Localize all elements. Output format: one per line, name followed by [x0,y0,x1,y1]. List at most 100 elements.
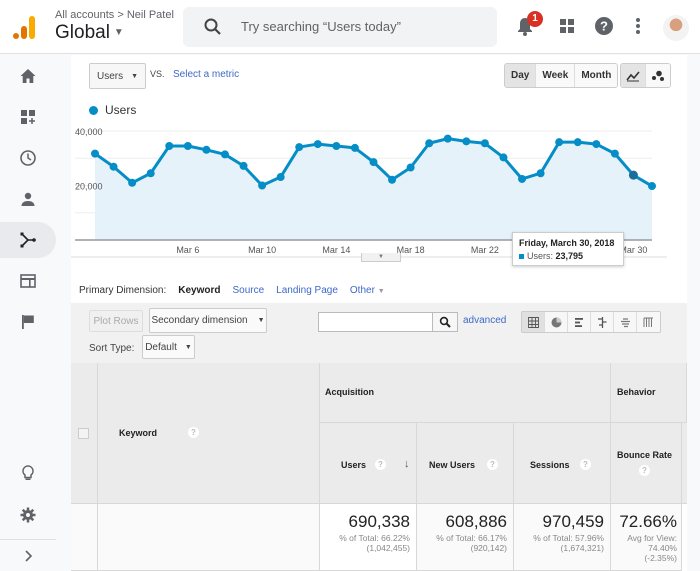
data-point[interactable] [518,174,527,183]
sidebar-item-audience[interactable] [0,181,56,217]
data-point[interactable] [610,149,619,158]
pivot-view-button[interactable] [637,312,660,332]
month-button[interactable]: Month [575,64,618,87]
users-column-label: Users [341,460,367,470]
data-point[interactable] [128,178,137,187]
sidebar-expand-button[interactable] [0,541,56,571]
dimension-source[interactable]: Source [232,285,264,296]
account-name: Global [55,22,110,43]
sessions-column-label: Sessions [530,460,570,470]
account-selector[interactable]: Global ▼ [55,22,124,44]
avatar[interactable] [663,15,689,41]
total-value: 970,459 [542,512,604,531]
sidebar-item-acquisition[interactable] [0,222,56,258]
bounce-rate-column-header[interactable]: Bounce Rate? [611,423,682,504]
line-chart-button[interactable] [621,64,646,87]
data-point[interactable] [555,138,564,147]
data-point[interactable] [443,134,452,143]
caret-down-icon: ▼ [377,288,385,295]
data-point[interactable] [499,153,508,162]
data-point[interactable] [313,140,322,149]
dimension-other[interactable]: Other ▼ [350,285,385,296]
metric-selector[interactable]: Users ▼ [89,63,146,89]
behavior-group-header: Behavior [611,363,687,423]
sidebar-item-admin[interactable] [0,497,56,533]
more-vert-icon[interactable] [627,15,649,37]
y-tick-label: 20,000 [75,182,103,192]
secondary-dimension-select[interactable]: Secondary dimension ▼ [149,308,267,333]
sidebar-item-conversions[interactable] [0,304,56,340]
data-point[interactable] [350,143,359,152]
help-question-icon[interactable]: ? [487,459,498,470]
select-metric-link[interactable]: Select a metric [173,69,239,80]
table-view-toggle [521,311,661,333]
total-overall: (920,142) [470,543,507,553]
data-point[interactable] [183,141,192,150]
tooltip-date: Friday, March 30, 2018 [519,238,615,248]
data-point[interactable] [109,162,118,171]
sessions-column-header[interactable]: Sessions? [514,423,611,504]
data-point[interactable] [592,140,601,149]
data-point[interactable] [202,145,211,154]
help-question-icon[interactable]: ? [188,427,199,438]
data-point[interactable] [276,173,285,182]
filter-search-button[interactable] [432,312,458,332]
total-value: 72.66% [619,512,677,531]
data-point[interactable] [258,181,267,190]
dimension-keyword: Keyword [178,285,221,296]
help-question-icon[interactable]: ? [639,465,650,476]
data-point[interactable] [369,158,378,167]
keyword-header[interactable]: Keyword? [98,363,320,504]
percentage-view-button[interactable] [545,312,568,332]
sidebar-item-customization[interactable] [0,99,56,135]
motion-chart-button[interactable] [646,64,670,87]
data-point[interactable] [220,150,229,159]
analytics-logo-icon[interactable] [12,14,38,40]
data-point[interactable] [332,141,341,150]
search-icon [439,316,451,328]
sidebar-item-behavior[interactable] [0,263,56,299]
search-box[interactable]: Try searching “Users today” [183,7,497,47]
sort-type-select[interactable]: Default ▼ [142,335,195,359]
plot-rows-button[interactable]: Plot Rows [89,310,143,332]
total-subtext: % of Total: 57.96% (1,674,321) [533,533,604,553]
data-point[interactable] [628,170,638,180]
select-all-checkbox[interactable] [78,428,89,439]
help-question-icon[interactable]: ? [580,459,591,470]
new-users-column-header[interactable]: New Users? [417,423,514,504]
data-point[interactable] [648,182,656,191]
comparison-view-button[interactable] [591,312,614,332]
data-point[interactable] [239,161,248,170]
sidebar-item-realtime[interactable] [0,140,56,176]
totals-row-spacer [71,504,98,571]
advanced-filter-link[interactable]: advanced [463,315,506,326]
sidebar-item-home[interactable] [0,58,56,94]
data-table-view-button[interactable] [522,312,545,332]
help-question-icon[interactable]: ? [375,459,386,470]
data-point[interactable] [295,143,304,152]
sidebar-item-discover[interactable] [0,455,56,491]
help-icon[interactable]: ? [593,15,615,37]
day-button[interactable]: Day [505,64,537,87]
performance-view-button[interactable] [568,312,591,332]
apps-grid-icon[interactable] [556,15,578,37]
week-button[interactable]: Week [536,64,576,87]
data-point[interactable] [406,163,415,172]
data-point[interactable] [388,175,397,184]
data-point[interactable] [146,169,155,178]
table-toolbar: Plot Rows Secondary dimension ▼ Sort Type… [71,303,687,363]
data-point[interactable] [536,169,545,178]
chart-collapse-handle[interactable]: ▼ [361,253,401,262]
data-point[interactable] [425,139,434,148]
performance-bar-icon [574,317,583,327]
term-cloud-view-button[interactable] [614,312,637,332]
data-point[interactable] [462,137,471,146]
breadcrumb[interactable]: All accounts > Neil Patel [55,9,174,21]
data-point[interactable] [91,149,99,158]
data-point[interactable] [165,141,174,150]
users-column-header[interactable]: Users? ↓ [320,423,417,504]
dimension-landing-page[interactable]: Landing Page [276,285,338,296]
data-point[interactable] [573,138,582,147]
behavior-group-label: Behavior [617,387,656,397]
data-point[interactable] [480,139,489,148]
